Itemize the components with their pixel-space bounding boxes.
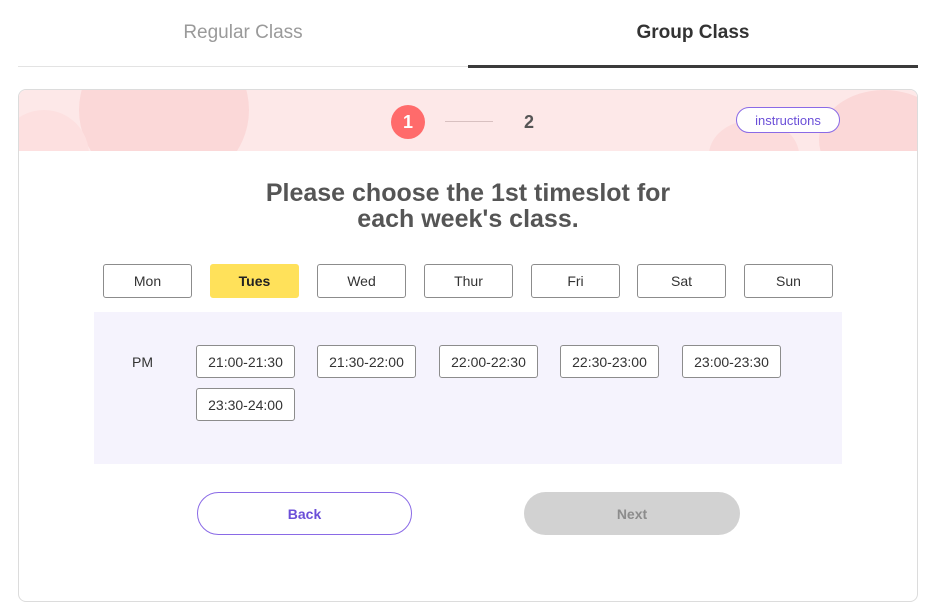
period-label: PM xyxy=(132,354,153,370)
tab-group-class[interactable]: Group Class xyxy=(468,0,918,68)
timeslot-button[interactable]: 22:00-22:30 xyxy=(439,345,538,378)
title-line-1: Please choose the 1st timeslot for xyxy=(265,179,671,207)
timeslot-button[interactable]: 23:00-23:30 xyxy=(682,345,781,378)
tab-regular-class[interactable]: Regular Class xyxy=(18,0,468,66)
step-1-indicator: 1 xyxy=(391,105,425,139)
day-mon-button[interactable]: Mon xyxy=(103,264,192,298)
day-wed-button[interactable]: Wed xyxy=(317,264,406,298)
stepper-banner: 1 2 instructions xyxy=(19,90,917,151)
next-button[interactable]: Next xyxy=(524,492,740,535)
class-type-tabs: Regular Class Group Class xyxy=(18,0,918,68)
page-title: Please choose the 1st timeslot for each … xyxy=(19,180,917,232)
day-thur-button[interactable]: Thur xyxy=(424,264,513,298)
timeslot-button[interactable]: 22:30-23:00 xyxy=(560,345,659,378)
back-button[interactable]: Back xyxy=(197,492,412,535)
timeslot-panel: PM 21:00-21:30 21:30-22:00 22:00-22:30 2… xyxy=(94,312,842,464)
timeslot-button[interactable]: 23:30-24:00 xyxy=(196,388,295,421)
title-line-2: each week's class. xyxy=(357,205,579,233)
day-sat-button[interactable]: Sat xyxy=(637,264,726,298)
step-2-indicator: 2 xyxy=(523,111,534,132)
day-sun-button[interactable]: Sun xyxy=(744,264,833,298)
instructions-button[interactable]: instructions xyxy=(736,107,840,133)
booking-card: 1 2 instructions Please choose the 1st t… xyxy=(18,89,918,602)
timeslot-button[interactable]: 21:00-21:30 xyxy=(196,345,295,378)
step-connector xyxy=(445,121,493,122)
day-tues-button[interactable]: Tues xyxy=(210,264,299,298)
decorative-blob xyxy=(79,90,249,151)
timeslot-button[interactable]: 21:30-22:00 xyxy=(317,345,416,378)
day-fri-button[interactable]: Fri xyxy=(531,264,620,298)
